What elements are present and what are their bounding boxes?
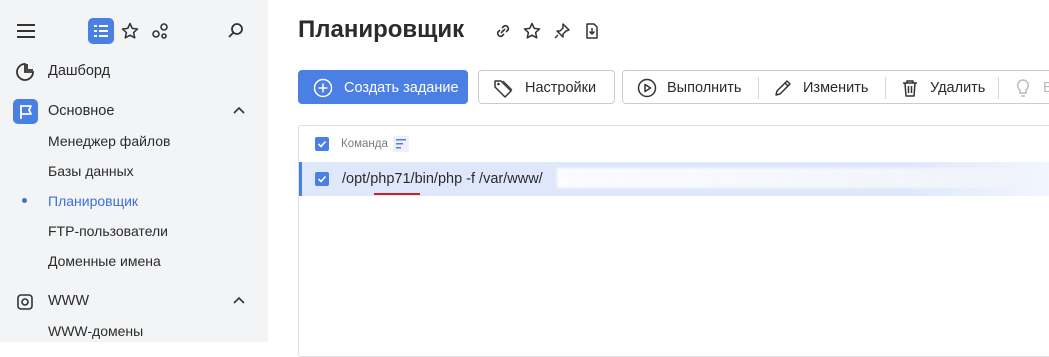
more-button[interactable]: В bbox=[999, 71, 1049, 105]
sidebar-subitem-databases[interactable]: Базы данных bbox=[48, 161, 134, 181]
table-header: Команда bbox=[299, 126, 1049, 162]
download-icon[interactable] bbox=[583, 22, 601, 40]
action-button-group: Выполнить Изменить Удалить В bbox=[622, 70, 1049, 104]
star-icon[interactable] bbox=[119, 20, 141, 42]
settings-label: Настройки bbox=[525, 80, 597, 96]
sidebar-toolbar bbox=[0, 0, 268, 60]
edit-button[interactable]: Изменить bbox=[759, 71, 885, 105]
search-icon[interactable] bbox=[225, 20, 247, 42]
link-icon[interactable] bbox=[494, 22, 512, 40]
tag-icon bbox=[494, 80, 513, 98]
run-button[interactable]: Выполнить bbox=[623, 71, 758, 105]
sidebar-item-www[interactable]: WWW bbox=[0, 286, 268, 316]
dashboard-icon bbox=[14, 61, 36, 83]
page-title: Планировщик bbox=[298, 16, 465, 43]
create-task-label: Создать задание bbox=[344, 80, 459, 96]
table-row[interactable]: /opt/php71/bin/php -f /var/www/ bbox=[299, 162, 1049, 196]
command-cell: /opt/php71/bin/php -f /var/www/ bbox=[342, 171, 543, 187]
edit-label: Изменить bbox=[803, 80, 869, 96]
sidebar-subitem-file-manager[interactable]: Менеджер файлов bbox=[48, 131, 171, 151]
more-label: В bbox=[1043, 80, 1049, 96]
sidebar-item-label: WWW bbox=[48, 293, 90, 309]
tasks-table: Команда /opt/php71/bin/php -f /var/www/ bbox=[298, 125, 1049, 357]
sidebar-item-label: Дашборд bbox=[48, 63, 111, 79]
sidebar-item-label: Основное bbox=[48, 103, 115, 119]
delete-label: Удалить bbox=[930, 80, 986, 96]
sidebar-subitem-domains[interactable]: Доменные имена bbox=[48, 251, 161, 271]
create-task-button[interactable]: Создать задание bbox=[298, 70, 468, 104]
main-content: Планировщик Создать задание Настройки Вы… bbox=[268, 0, 1049, 357]
star-icon[interactable] bbox=[523, 22, 541, 40]
chevron-up-icon[interactable] bbox=[232, 104, 246, 118]
chevron-up-icon[interactable] bbox=[232, 294, 246, 308]
sort-icon[interactable] bbox=[393, 136, 409, 152]
pencil-icon bbox=[775, 80, 791, 96]
sidebar-subitem-www-domains[interactable]: WWW-домены bbox=[48, 321, 143, 341]
select-all-checkbox[interactable] bbox=[315, 137, 329, 151]
gear-icon bbox=[14, 291, 36, 313]
active-bullet bbox=[22, 198, 27, 203]
sidebar: Дашборд Основное Менеджер файлов Базы да… bbox=[0, 0, 268, 342]
spellcheck-underline bbox=[374, 193, 420, 195]
redacted-area bbox=[557, 168, 1027, 188]
sidebar-subitem-ftp-users[interactable]: FTP-пользователи bbox=[48, 221, 168, 241]
plus-circle-icon bbox=[313, 78, 333, 98]
sidebar-item-main[interactable]: Основное bbox=[0, 96, 268, 126]
bulb-icon bbox=[1016, 79, 1030, 97]
delete-button[interactable]: Удалить bbox=[886, 71, 998, 105]
dots-icon[interactable] bbox=[149, 20, 171, 42]
list-icon[interactable] bbox=[88, 18, 114, 44]
run-label: Выполнить bbox=[667, 80, 742, 96]
settings-button[interactable]: Настройки bbox=[478, 70, 615, 104]
sidebar-subitem-scheduler[interactable]: Планировщик bbox=[48, 191, 138, 211]
play-circle-icon bbox=[637, 78, 657, 98]
trash-icon bbox=[903, 80, 917, 97]
menu-icon[interactable] bbox=[15, 20, 37, 42]
row-checkbox[interactable] bbox=[315, 172, 329, 186]
column-header-command[interactable]: Команда bbox=[341, 138, 388, 150]
pin-icon[interactable] bbox=[553, 22, 571, 40]
sidebar-item-dashboard[interactable]: Дашборд bbox=[0, 56, 268, 86]
